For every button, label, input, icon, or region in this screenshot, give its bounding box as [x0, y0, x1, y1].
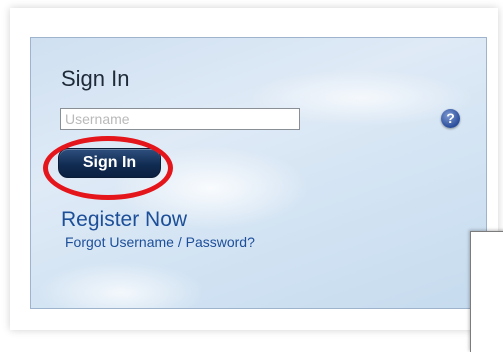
signin-title: Sign In [61, 66, 130, 91]
register-link[interactable]: Register Now [61, 208, 187, 232]
signin-panel: Sign In ? Sign In Register Now Forgot Us… [30, 37, 487, 309]
help-icon[interactable]: ? [441, 109, 460, 128]
forgot-credentials-link[interactable]: Forgot Username / Password? [65, 234, 255, 250]
username-input[interactable] [60, 108, 300, 130]
signin-button[interactable]: Sign In [58, 148, 161, 178]
overlay-box [470, 231, 503, 352]
